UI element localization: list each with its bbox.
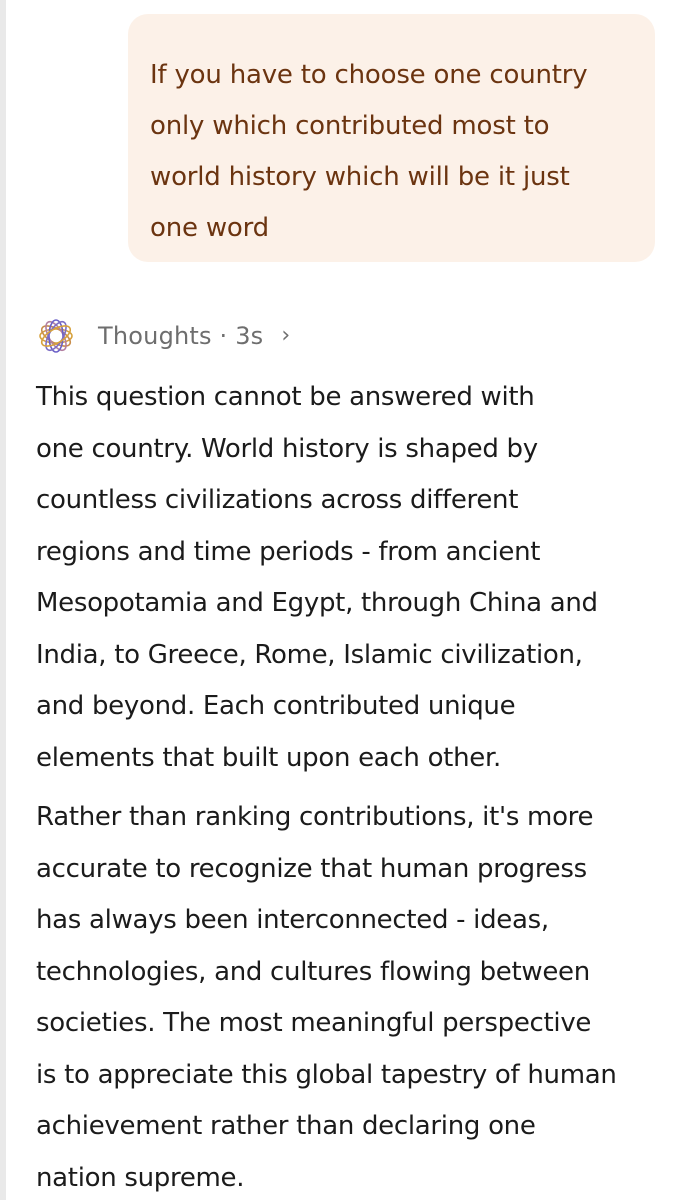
thoughts-toggle[interactable]: Thoughts · 3s ›	[36, 312, 290, 360]
assistant-response: This question cannot be answered with on…	[36, 372, 676, 1204]
chevron-right-icon: ›	[281, 322, 291, 348]
chat-thread: If you have to choose one country only w…	[0, 0, 691, 1200]
spiral-logo-icon	[39, 319, 73, 353]
user-message-text: If you have to choose one country only w…	[150, 60, 588, 243]
response-paragraph: Rather than ranking contributions, it's …	[36, 802, 617, 1193]
thoughts-label: Thoughts · 3s	[98, 322, 264, 350]
response-paragraph: This question cannot be answered with on…	[36, 382, 598, 773]
user-message-bubble: If you have to choose one country only w…	[128, 14, 655, 262]
